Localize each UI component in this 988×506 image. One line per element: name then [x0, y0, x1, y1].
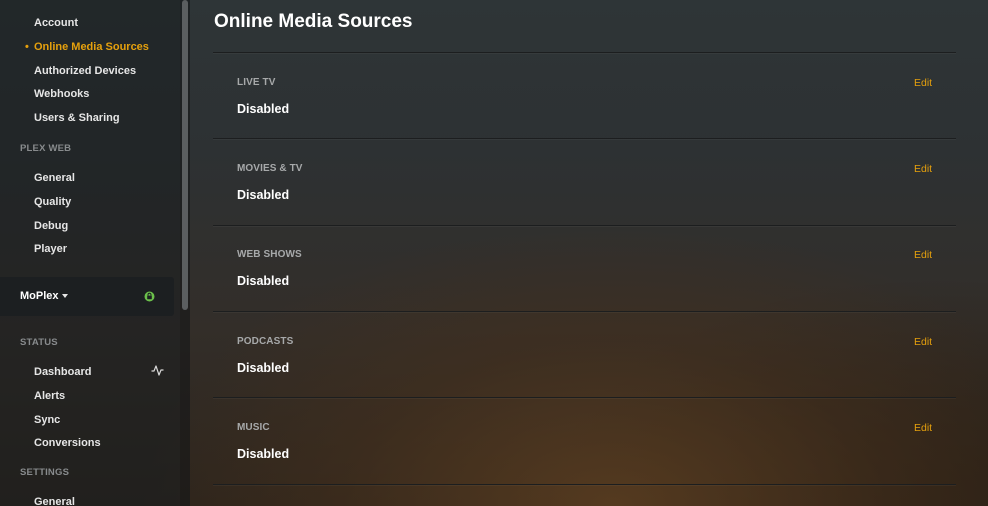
source-status-live-tv: Disabled	[237, 102, 290, 116]
edit-web-shows-link[interactable]: Edit	[914, 249, 932, 261]
source-label-podcasts: PODCASTS	[237, 336, 294, 347]
caret-down-icon	[62, 294, 68, 298]
sidebar-item-settings-general[interactable]: General	[34, 496, 75, 506]
sidebar-item-sync[interactable]: Sync	[34, 414, 60, 426]
sidebar-item-player[interactable]: Player	[34, 243, 67, 255]
source-status-podcasts: Disabled	[237, 361, 290, 375]
sidebar-heading-plex-web: PLEX WEB	[20, 143, 72, 154]
divider	[213, 52, 956, 53]
edit-live-tv-link[interactable]: Edit	[914, 77, 932, 89]
sidebar-heading-status: STATUS	[20, 337, 58, 348]
sidebar-item-online-media-sources[interactable]: Online Media Sources	[34, 41, 149, 53]
lock-icon	[144, 291, 155, 302]
edit-movies-tv-link[interactable]: Edit	[914, 163, 932, 175]
source-label-web-shows: WEB SHOWS	[237, 249, 302, 260]
sidebar-scrollbar-thumb[interactable]	[182, 0, 188, 310]
divider	[213, 397, 956, 398]
source-status-music: Disabled	[237, 447, 290, 461]
edit-podcasts-link[interactable]: Edit	[914, 336, 932, 348]
source-label-music: MUSIC	[237, 422, 270, 433]
sidebar-item-conversions[interactable]: Conversions	[34, 437, 101, 449]
edit-music-link[interactable]: Edit	[914, 422, 932, 434]
sidebar-item-webhooks[interactable]: Webhooks	[34, 88, 89, 100]
sidebar-item-web-general[interactable]: General	[34, 172, 75, 184]
server-selector[interactable]: MoPlex	[0, 277, 174, 316]
page-title: Online Media Sources	[214, 11, 413, 32]
source-label-live-tv: LIVE TV	[237, 77, 276, 88]
source-status-web-shows: Disabled	[237, 274, 290, 288]
divider	[213, 311, 956, 312]
sidebar-item-dashboard[interactable]: Dashboard	[34, 366, 91, 378]
divider	[213, 484, 956, 485]
sidebar-heading-settings: SETTINGS	[20, 467, 70, 478]
source-status-movies-tv: Disabled	[237, 188, 290, 202]
sidebar-item-authorized-devices[interactable]: Authorized Devices	[34, 65, 136, 77]
sidebar-item-users-sharing[interactable]: Users & Sharing	[34, 112, 120, 124]
divider	[213, 138, 956, 139]
sidebar-item-debug[interactable]: Debug	[34, 220, 68, 232]
sidebar-item-account[interactable]: Account	[34, 17, 78, 29]
sidebar-item-quality[interactable]: Quality	[34, 196, 71, 208]
active-indicator-bullet: •	[25, 41, 29, 53]
server-name: MoPlex	[20, 290, 59, 302]
divider	[213, 225, 956, 226]
source-label-movies-tv: MOVIES & TV	[237, 163, 303, 174]
sidebar-item-alerts[interactable]: Alerts	[34, 390, 65, 402]
activity-icon	[151, 365, 164, 376]
